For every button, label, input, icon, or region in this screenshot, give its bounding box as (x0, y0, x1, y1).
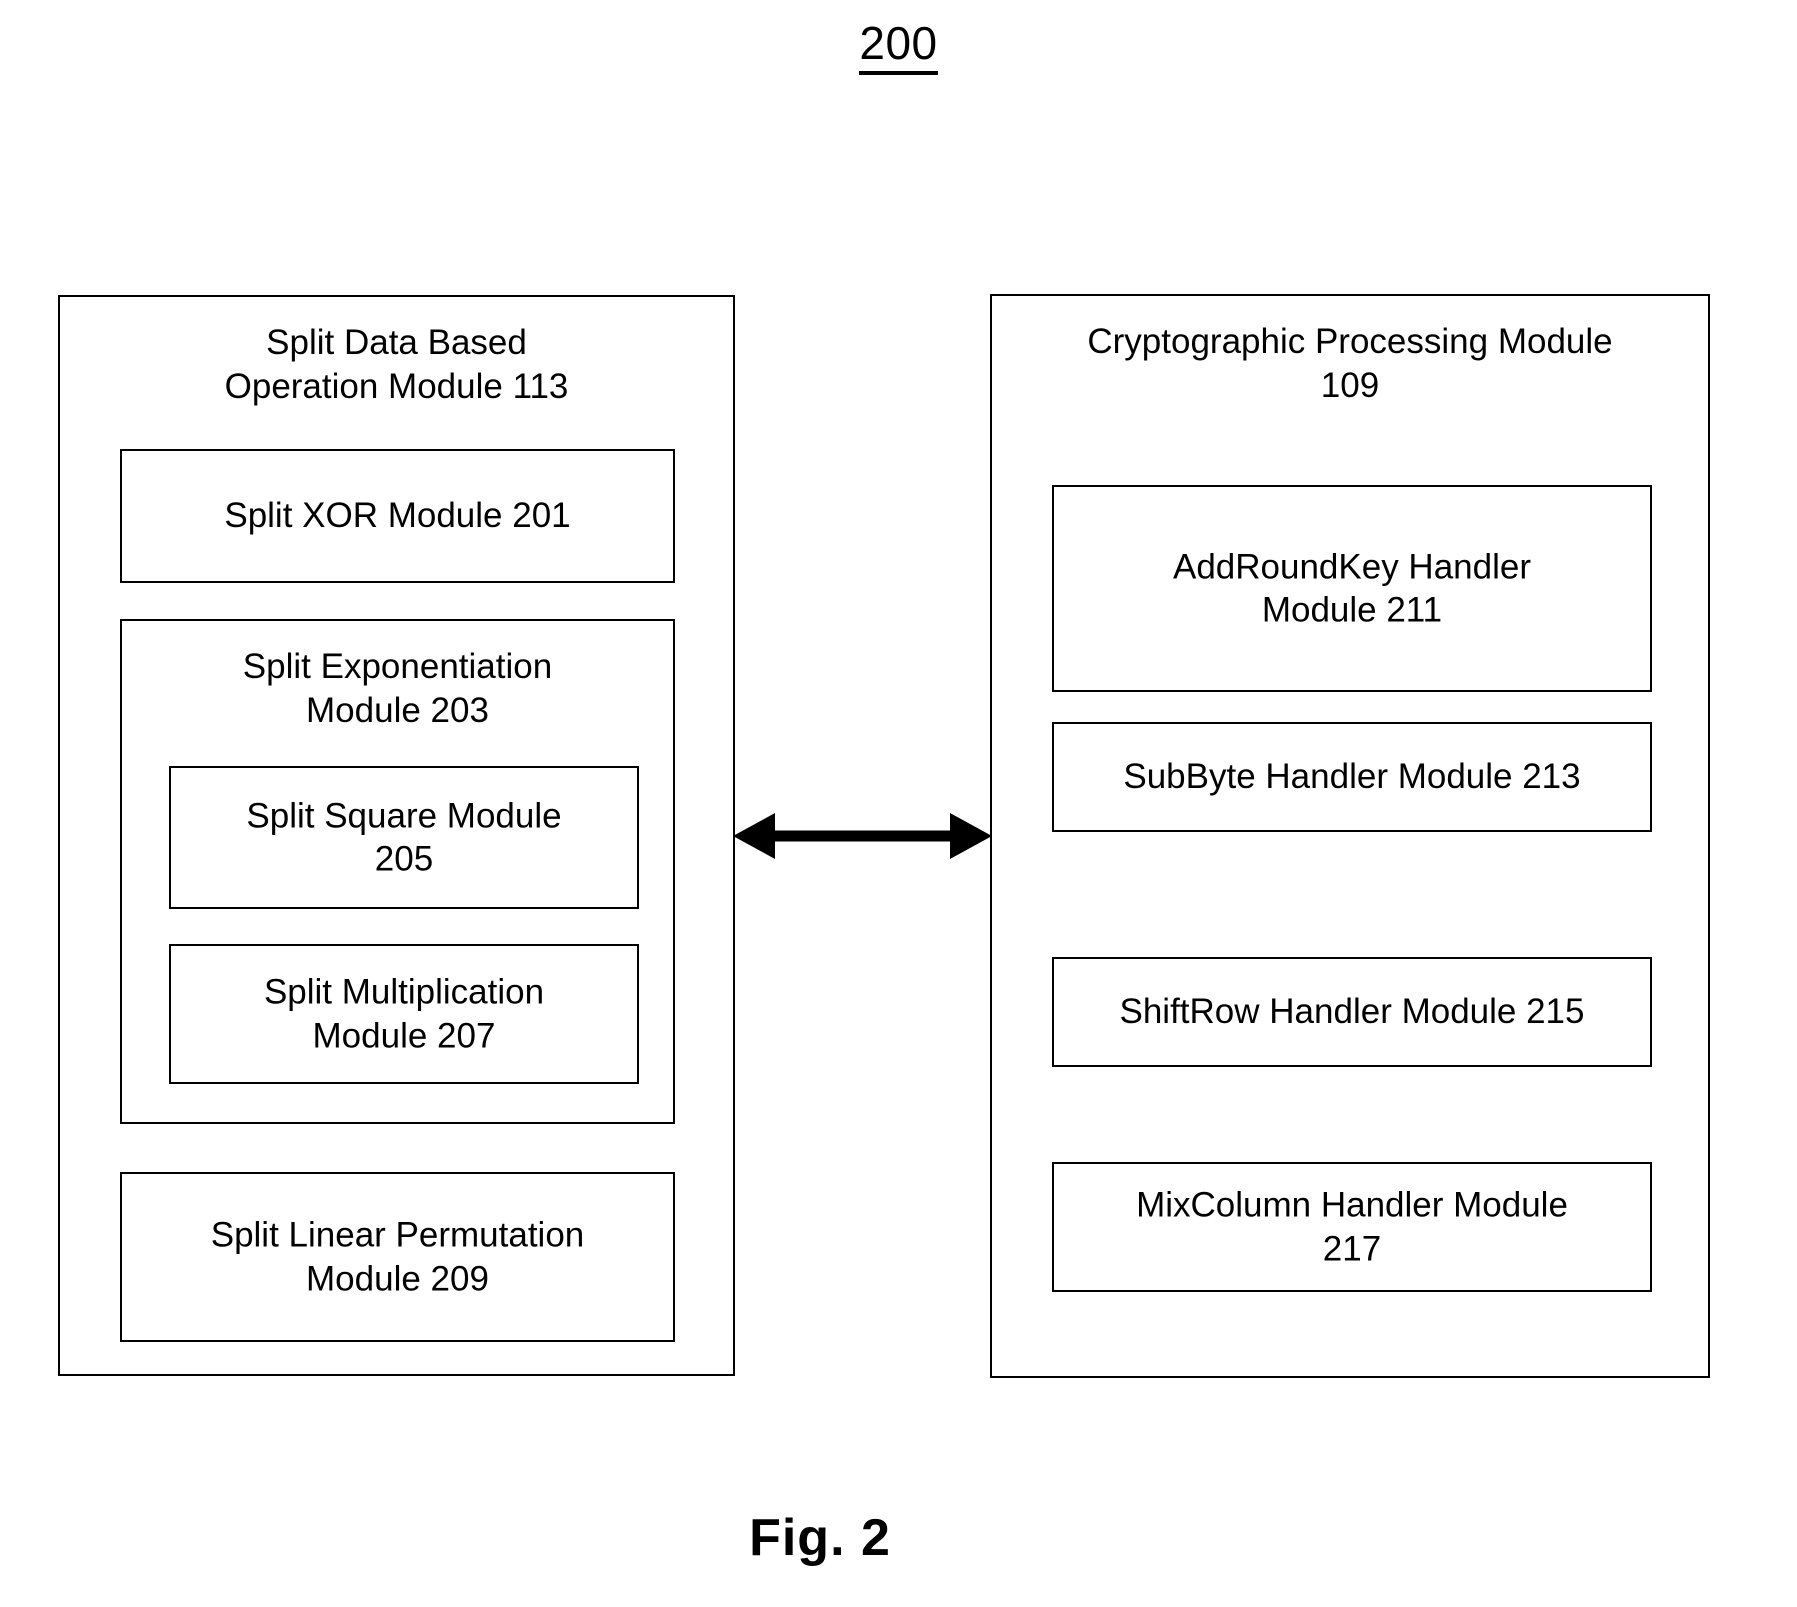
split-exponentiation-label-line2: Module 203 (306, 690, 489, 730)
mixcolumn-handler-module-217-label: MixColumn Handler Module 217 (1136, 1185, 1568, 1268)
right-module-title-line2: 109 (1320, 365, 1380, 405)
shiftrow-handler-module-215: ShiftRow Handler Module 215 (1052, 957, 1652, 1067)
figure-number: 200 (0, 18, 1797, 75)
mixcolumn-handler-module-217: MixColumn Handler Module 217 (1052, 1162, 1652, 1292)
split-multiplication-module-207: Split Multiplication Module 207 (169, 944, 639, 1084)
split-exponentiation-module-203-label: Split Exponentiation Module 203 (122, 645, 673, 733)
split-xor-module-201: Split XOR Module 201 (120, 449, 675, 583)
right-module-title: Cryptographic Processing Module 109 (992, 320, 1708, 408)
split-data-based-operation-module-113: Split Data Based Operation Module 113 Sp… (58, 295, 735, 1376)
left-module-title: Split Data Based Operation Module 113 (60, 321, 733, 409)
split-linear-permutation-module-209-label: Split Linear Permutation Module 209 (210, 1215, 585, 1298)
subbyte-handler-module-213: SubByte Handler Module 213 (1052, 722, 1652, 832)
subbyte-handler-module-213-label: SubByte Handler Module 213 (1123, 757, 1581, 797)
bidirectional-arrow-icon (733, 806, 992, 866)
left-module-title-line1: Split Data Based (266, 323, 527, 362)
split-exponentiation-label-line1: Split Exponentiation (242, 647, 553, 686)
addroundkey-handler-module-211-label: AddRoundKey Handler Module 211 (1172, 546, 1531, 630)
figure-canvas: 200 Split Data Based Operation Module 11… (0, 0, 1797, 1607)
split-linear-permutation-module-209: Split Linear Permutation Module 209 (120, 1172, 675, 1342)
cryptographic-processing-module-109: Cryptographic Processing Module 109 AddR… (990, 294, 1710, 1378)
split-xor-module-201-label: Split XOR Module 201 (224, 496, 571, 536)
split-square-module-205: Split Square Module 205 (169, 766, 639, 909)
left-module-title-line2: Operation Module 113 (224, 366, 569, 406)
addroundkey-handler-module-211: AddRoundKey Handler Module 211 (1052, 485, 1652, 692)
right-module-title-line1: Cryptographic Processing Module (1087, 322, 1613, 361)
figure-number-text: 200 (859, 18, 938, 75)
shiftrow-handler-module-215-label: ShiftRow Handler Module 215 (1119, 992, 1585, 1032)
split-multiplication-module-207-label: Split Multiplication Module 207 (263, 972, 545, 1055)
split-exponentiation-module-203: Split Exponentiation Module 203 Split Sq… (120, 619, 675, 1124)
figure-caption: Fig. 2 (749, 1509, 891, 1567)
split-square-module-205-label: Split Square Module 205 (246, 795, 562, 879)
